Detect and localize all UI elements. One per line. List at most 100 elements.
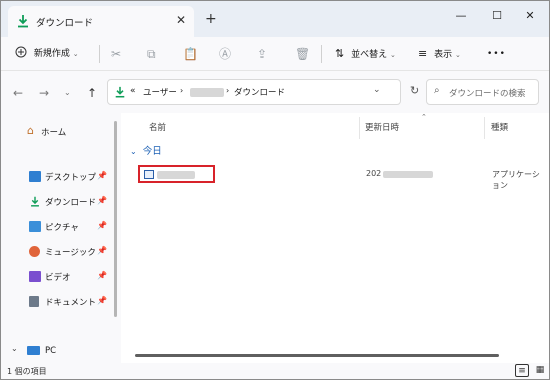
sidebar-scrollbar[interactable] xyxy=(114,121,117,317)
search-icon: ⌕ xyxy=(434,85,440,96)
more-options-button[interactable]: ••• xyxy=(487,45,506,63)
sidebar-item-label: デスクトップ xyxy=(45,173,97,183)
up-arrow-icon[interactable]: ↑ xyxy=(87,86,97,100)
sidebar-item-label: PC xyxy=(45,346,57,356)
view-button[interactable]: ≡ 表示 ⌄ xyxy=(418,45,461,63)
sidebar-item-label: ビデオ xyxy=(45,273,71,283)
search-box[interactable]: ⌕ ダウンロードの検索 xyxy=(426,79,539,105)
video-icon xyxy=(29,271,41,282)
date-redacted xyxy=(383,171,433,178)
details-view-icon[interactable]: ≡ xyxy=(515,364,529,377)
desktop-icon xyxy=(29,171,41,182)
toolbar-divider xyxy=(321,45,322,63)
navigation-pane: ⌂ ホーム デスクトップ 📌 ダウンロード 📌 ピクチャ 📌 ミュージック 📌 xyxy=(1,113,121,363)
refresh-icon[interactable]: ↻ xyxy=(410,84,419,97)
recent-chevron-icon[interactable]: ⌄ xyxy=(64,88,71,97)
horizontal-scrollbar[interactable] xyxy=(135,354,499,357)
file-type: アプリケーション xyxy=(492,170,540,190)
delete-icon[interactable]: 🗑 xyxy=(295,45,310,63)
sidebar-item-pictures[interactable]: ピクチャ 📌 xyxy=(1,216,119,238)
download-icon xyxy=(115,86,125,98)
column-header-date[interactable]: 更新日時 xyxy=(365,121,399,133)
collapse-chevron-icon: ⌄ xyxy=(130,147,137,156)
pc-icon xyxy=(27,346,40,355)
copy-icon[interactable]: ⧉ xyxy=(147,45,156,63)
breadcrumb-overflow[interactable]: « xyxy=(130,86,136,96)
file-date: 202 xyxy=(366,169,382,178)
pin-icon: 📌 xyxy=(97,271,107,280)
tab-close-icon[interactable]: ✕ xyxy=(176,13,186,27)
sidebar-item-videos[interactable]: ビデオ 📌 xyxy=(1,266,119,288)
sort-button-label: 並べ替え xyxy=(351,50,388,60)
column-divider[interactable] xyxy=(359,117,360,139)
breadcrumb-user[interactable]: ユーザー xyxy=(143,86,177,98)
highlighted-file-item[interactable] xyxy=(138,165,215,183)
breadcrumb-separator: › xyxy=(226,86,230,95)
sidebar-item-label: ドキュメント xyxy=(45,298,97,308)
pictures-icon xyxy=(29,221,41,232)
sort-icon: ⇅ xyxy=(335,47,345,60)
username-redacted xyxy=(190,88,224,97)
status-bar: 1 個の項目 ≡ ▦ xyxy=(1,363,549,379)
column-divider[interactable] xyxy=(484,117,485,139)
application-icon xyxy=(144,170,154,179)
tab-title: ダウンロード xyxy=(36,18,94,29)
view-lines-icon: ≡ xyxy=(418,47,428,60)
search-placeholder: ダウンロードの検索 xyxy=(449,89,526,99)
sidebar-item-label: ダウンロード xyxy=(45,198,97,208)
column-header-type[interactable]: 種類 xyxy=(491,121,508,133)
pin-icon: 📌 xyxy=(97,221,107,230)
new-button[interactable]: 新規作成 ⌄ xyxy=(15,45,79,63)
chevron-down-icon: ⌄ xyxy=(72,50,79,58)
sidebar-item-home[interactable]: ⌂ ホーム xyxy=(1,121,119,143)
pin-icon: 📌 xyxy=(97,171,107,180)
rename-icon[interactable]: Ⓐ xyxy=(219,45,231,63)
paste-icon[interactable]: 📋 xyxy=(183,45,198,63)
sidebar-item-pc[interactable]: ⌄ PC xyxy=(1,341,119,363)
new-button-label: 新規作成 xyxy=(33,49,70,59)
group-header-today[interactable]: ⌄ 今日 xyxy=(130,143,162,157)
file-explorer-window: ダウンロード ✕ + — ☐ ✕ 新規作成 ⌄ ✂ ⧉ 📋 Ⓐ ⇪ 🗑 ⇅ 並べ… xyxy=(0,0,550,380)
close-button[interactable]: ✕ xyxy=(515,5,545,27)
breadcrumb-downloads[interactable]: ダウンロード xyxy=(234,86,285,98)
sidebar-item-documents[interactable]: ドキュメント 📌 xyxy=(1,291,119,313)
sidebar-item-label: ホーム xyxy=(41,128,67,138)
sidebar-item-downloads[interactable]: ダウンロード 📌 xyxy=(1,191,119,213)
column-header-name[interactable]: 名前 xyxy=(149,121,166,133)
download-icon xyxy=(18,15,28,28)
music-icon xyxy=(29,246,40,257)
chevron-down-icon: ⌄ xyxy=(454,51,461,59)
maximize-button[interactable]: ☐ xyxy=(482,5,512,27)
download-icon xyxy=(31,196,39,207)
sidebar-item-music[interactable]: ミュージック 📌 xyxy=(1,241,119,263)
toolbar-divider xyxy=(99,45,100,63)
tiles-view-icon[interactable]: ▦ xyxy=(533,364,547,377)
address-bar[interactable]: « ユーザー › › ダウンロード ⌄ xyxy=(107,79,401,105)
table-row[interactable]: 202 アプリケーション xyxy=(361,167,547,190)
minimize-button[interactable]: — xyxy=(446,5,476,27)
navigation-bar: ← → ⌄ ↑ « ユーザー › › ダウンロード ⌄ ↻ ⌕ ダウンロードの検… xyxy=(1,71,549,113)
sidebar-item-desktop[interactable]: デスクトップ 📌 xyxy=(1,166,119,188)
file-list: 名前 ⌃ 更新日時 種類 ⌄ 今日 202 アプリケーション xyxy=(121,113,549,363)
group-label: 今日 xyxy=(142,146,162,157)
new-tab-button[interactable]: + xyxy=(205,11,217,27)
plus-circle-icon xyxy=(15,46,27,58)
filename-redacted xyxy=(157,171,195,179)
tab-downloads[interactable]: ダウンロード ✕ xyxy=(8,6,194,37)
pin-icon: 📌 xyxy=(97,246,107,255)
command-bar: 新規作成 ⌄ ✂ ⧉ 📋 Ⓐ ⇪ 🗑 ⇅ 並べ替え ⌄ ≡ 表示 ⌄ ••• xyxy=(1,37,549,71)
back-arrow-icon[interactable]: ← xyxy=(13,86,23,100)
item-count: 1 個の項目 xyxy=(7,367,47,376)
address-dropdown-chevron-icon[interactable]: ⌄ xyxy=(373,85,381,95)
expand-chevron-icon[interactable]: ⌄ xyxy=(11,344,18,353)
pin-icon: 📌 xyxy=(97,296,107,305)
share-icon[interactable]: ⇪ xyxy=(257,45,267,63)
sort-button[interactable]: ⇅ 並べ替え ⌄ xyxy=(335,45,396,63)
chevron-down-icon: ⌄ xyxy=(389,51,396,59)
sidebar-item-label: ミュージック xyxy=(45,248,96,258)
sort-indicator-icon: ⌃ xyxy=(421,113,427,121)
cut-icon[interactable]: ✂ xyxy=(111,45,121,63)
pin-icon: 📌 xyxy=(97,196,107,205)
forward-arrow-icon[interactable]: → xyxy=(39,86,49,100)
document-icon xyxy=(29,296,39,307)
